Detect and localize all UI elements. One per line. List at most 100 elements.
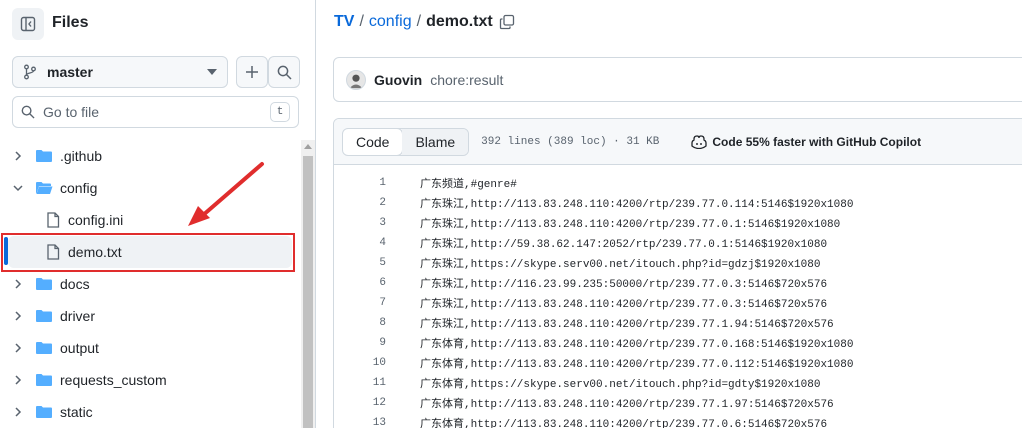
search-icon [21,105,35,119]
breadcrumb-separator: / [359,13,364,30]
copilot-promo-text: Code 55% faster with GitHub Copilot [712,134,922,149]
user-avatar-icon [349,74,363,88]
tree-item-label: config [60,180,98,196]
shortcut-key: t [270,102,290,122]
tree-item-label: requests_custom [60,372,167,388]
go-to-file[interactable]: t [12,96,299,128]
files-title: Files [52,14,89,31]
folder-icon [36,310,52,322]
git-branch-icon [24,64,36,80]
folder-icon [36,374,52,386]
scrollbar-thumb[interactable] [303,156,313,428]
tree-item-docs[interactable]: docs [0,268,300,300]
code-line: 4 广东珠江,http://59.38.62.147:2052/rtp/239.7… [334,233,1022,253]
tab-code[interactable]: Code [343,128,404,155]
line-content: 广东珠江,https://skype.serv00.net/itouch.php… [420,259,821,271]
line-number[interactable]: 6 [334,277,392,289]
tree-item-label: static [60,404,93,420]
line-content: 广东珠江,http://113.83.248.110:4200/rtp/239.… [420,199,854,211]
copilot-promo[interactable]: Code 55% faster with GitHub Copilot [691,135,921,149]
code-line: 8 广东珠江,http://113.83.248.110:4200/rtp/239… [334,313,1022,333]
file-icon [47,212,60,228]
line-number[interactable]: 8 [334,317,392,329]
tab-blame[interactable]: Blame [402,128,469,155]
line-number[interactable]: 3 [334,217,392,229]
collapse-sidebar-button[interactable] [12,8,44,40]
latest-commit-bar: Guovin chore:result [333,57,1022,102]
code-line: 10 广东体育,http://113.83.248.110:4200/rtp/23… [334,353,1022,373]
annotation-arrow-icon [188,162,264,226]
chevron-right-icon [15,375,22,385]
code-line: 13 广东体育,http://113.83.248.110:4200/rtp/23… [334,413,1022,428]
line-number[interactable]: 5 [334,257,392,269]
tree-item-label: .github [60,148,103,164]
line-number[interactable]: 4 [334,237,392,249]
line-content: 广东珠江,http://116.23.99.235:50000/rtp/239.… [420,279,828,291]
code-line: 1 广东频道,#genre# [334,173,1022,193]
folder-icon [36,278,52,290]
line-number[interactable]: 7 [334,297,392,309]
line-number[interactable]: 11 [334,377,392,389]
line-number[interactable]: 2 [334,197,392,209]
scroll-up-arrow[interactable] [304,144,312,149]
code-line: 12 广东体育,http://113.83.248.110:4200/rtp/23… [334,393,1022,413]
tree-item-label: output [60,340,99,356]
view-toggle: Code Blame [342,127,470,156]
chevron-right-icon [15,151,22,161]
folder-icon [36,150,52,162]
chevron-right-icon [15,279,22,289]
file-viewer: Code Blame 392 lines (389 loc) · 31 KB C… [333,118,1022,428]
chevron-down-icon [13,185,23,192]
folder-icon [36,406,52,418]
line-number[interactable]: 1 [334,177,392,189]
breadcrumb-current-file: demo.txt [426,13,493,30]
folder-open-icon [36,182,53,194]
line-content: 广东珠江,http://59.38.62.147:2052/rtp/239.77… [420,239,828,251]
code-line: 7 广东珠江,http://113.83.248.110:4200/rtp/239… [334,293,1022,313]
copilot-icon [691,134,708,149]
tree-item-driver[interactable]: driver [0,300,300,332]
line-number[interactable]: 13 [334,417,392,428]
code-line: 11 广东体育,https://skype.serv00.net/itouch.p… [334,373,1022,393]
line-content: 广东体育,http://113.83.248.110:4200/rtp/239.… [420,359,854,371]
go-to-file-input[interactable] [43,104,270,120]
chevron-right-icon [15,407,22,417]
search-button[interactable] [268,56,300,88]
tree-item-requests-custom[interactable]: requests_custom [0,364,300,396]
line-content: 广东体育,https://skype.serv00.net/itouch.php… [420,379,821,391]
tree-item-static[interactable]: static [0,396,300,428]
commit-message[interactable]: chore:result [430,72,503,88]
line-content: 广东体育,http://113.83.248.110:4200/rtp/239.… [420,339,854,351]
tree-item-label: driver [60,308,96,324]
tree-item-label: docs [60,276,90,292]
chevron-right-icon [15,311,22,321]
breadcrumb-repo-link[interactable]: TV [334,13,354,31]
line-content: 广东体育,http://113.83.248.110:4200/rtp/239.… [420,419,828,428]
code-line: 6 广东珠江,http://116.23.99.235:50000/rtp/239… [334,273,1022,293]
file-header: Code Blame 392 lines (389 loc) · 31 KB C… [334,119,1022,165]
caret-down-icon [207,69,217,75]
file-meta: 392 lines (389 loc) · 31 KB [481,135,660,148]
code-line: 2 广东珠江,http://113.83.248.110:4200/rtp/239… [334,193,1022,213]
avatar[interactable] [346,69,366,90]
branch-name: master [47,64,93,80]
code-line: 3 广东珠江,http://113.83.248.110:4200/rtp/239… [334,213,1022,233]
commit-author[interactable]: Guovin [374,72,422,88]
copy-path-icon[interactable] [499,14,515,30]
breadcrumb-folder-link[interactable]: config [369,13,412,31]
tree-item-output[interactable]: output [0,332,300,364]
plus-icon [246,66,258,78]
add-file-button[interactable] [236,56,268,88]
line-content: 广东体育,http://113.83.248.110:4200/rtp/239.… [420,399,834,411]
branch-selector[interactable]: master [12,56,228,88]
search-icon [277,65,292,80]
line-content: 广东珠江,http://113.83.248.110:4200/rtp/239.… [420,219,841,231]
line-number[interactable]: 9 [334,337,392,349]
line-content: 广东珠江,http://113.83.248.110:4200/rtp/239.… [420,299,828,311]
tree-item-label: config.ini [68,212,124,228]
code-line: 9 广东体育,http://113.83.248.110:4200/rtp/239… [334,333,1022,353]
line-number[interactable]: 10 [334,357,392,369]
line-content: 广东频道,#genre# [420,179,517,191]
line-number[interactable]: 12 [334,397,392,409]
folder-icon [36,342,52,354]
